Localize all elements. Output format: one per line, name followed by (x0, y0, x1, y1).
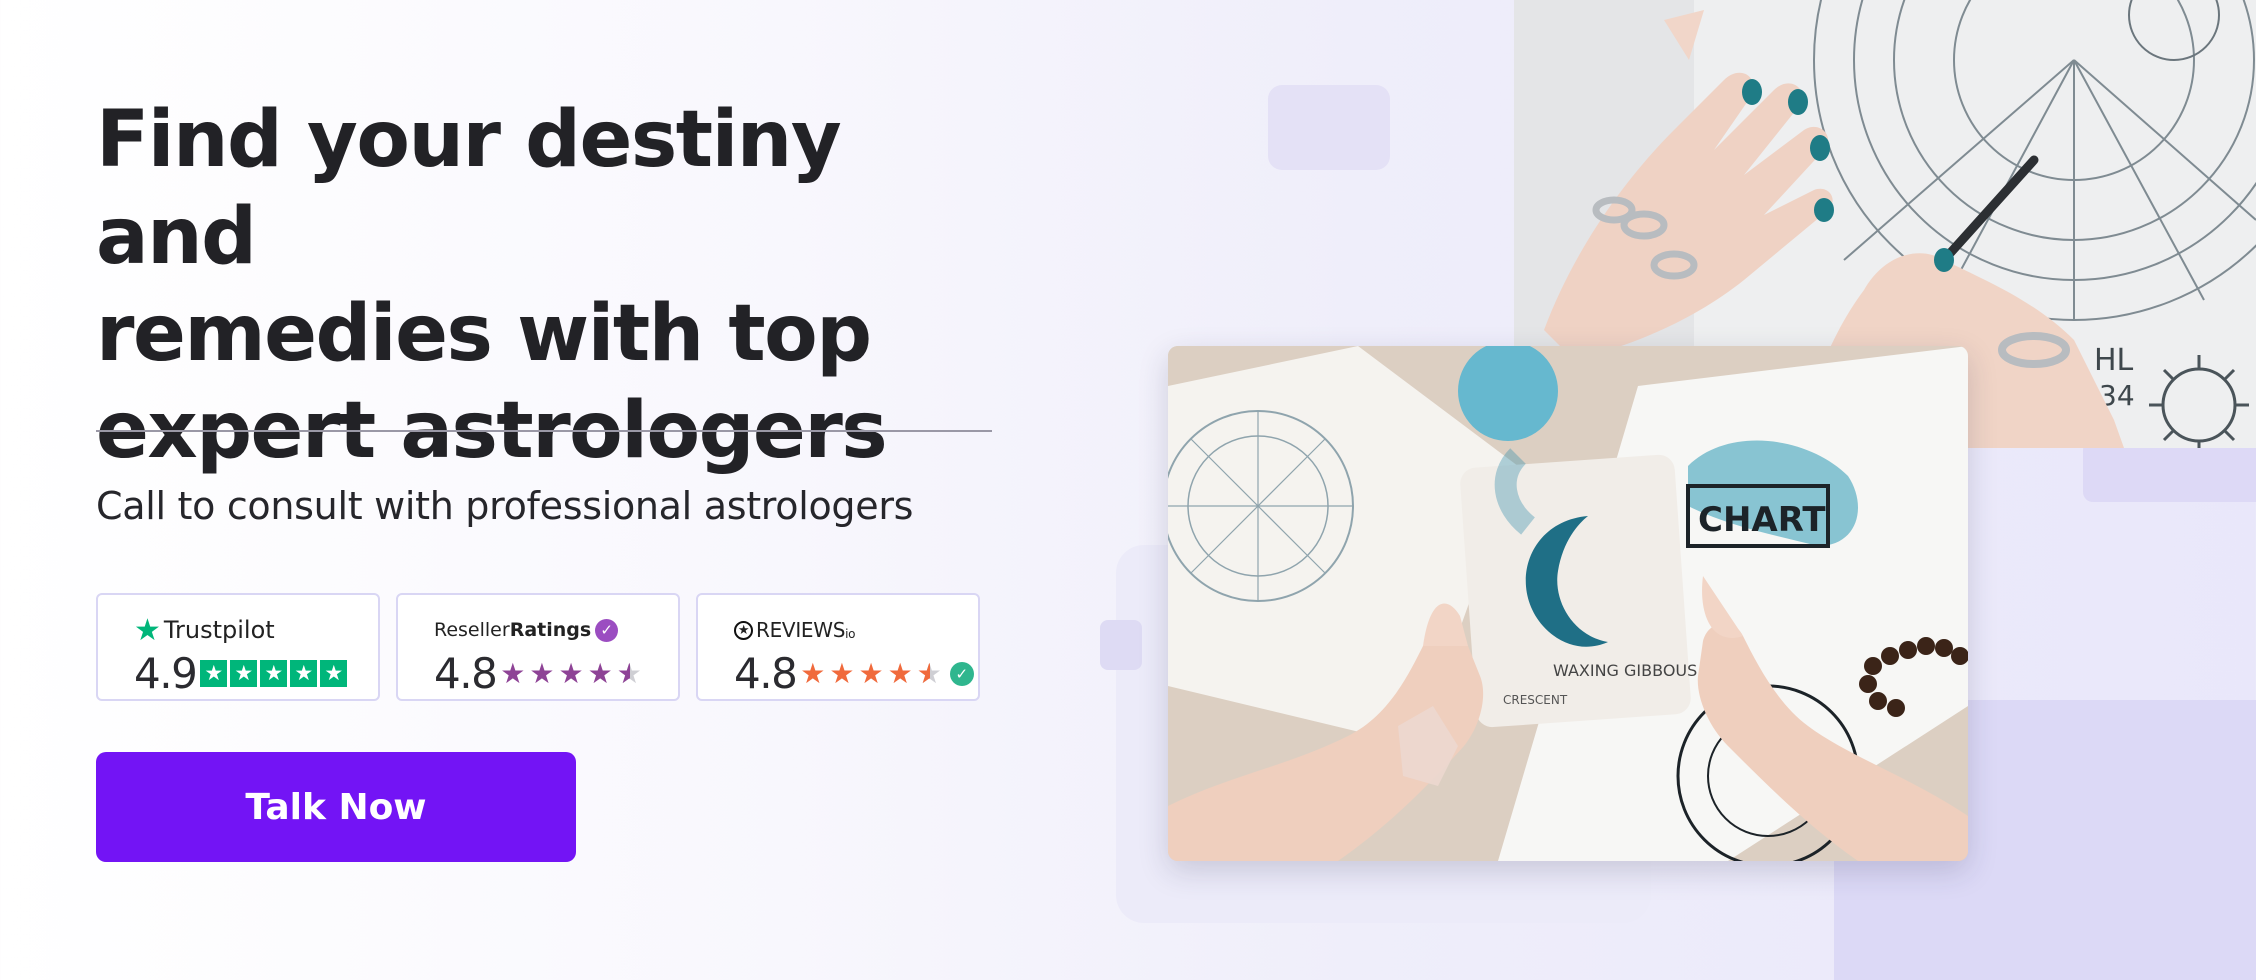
star-icon: ★ (230, 660, 258, 687)
star-icon: ★ (587, 656, 613, 690)
resellerratings-badge[interactable]: Reseller Ratings ✓ 4.8 ★ ★ ★ ★ ★ (396, 593, 680, 701)
reviews-io-brand: REVIEWS (756, 618, 846, 642)
reviews-star-icon: ★ (734, 620, 753, 640)
star-icon: ★ (829, 656, 855, 690)
resellerratings-score: 4.8 (434, 649, 498, 698)
reviews-io-logo: ★ REVIEWS io (734, 613, 978, 647)
reviews-io-suffix: io (845, 627, 856, 641)
moon-card-illustration: CHART WAXING GIBBOUS CRESCENT (1168, 346, 1968, 861)
trustpilot-brand: Trustpilot (163, 616, 275, 644)
decor-tab (2083, 440, 2256, 502)
trustpilot-score: 4.9 (134, 649, 198, 698)
star-icon: ★ (290, 660, 318, 687)
resellerratings-brand-bold: Ratings (509, 619, 592, 641)
trustpilot-stars: ★ ★ ★ ★ ★ (200, 660, 348, 687)
moon-card-photo: CHART WAXING GIBBOUS CRESCENT (1168, 346, 1968, 861)
trustpilot-rating: 4.9 ★ ★ ★ ★ ★ (134, 649, 378, 698)
half-star-icon: ★ (617, 659, 642, 688)
divider (96, 430, 992, 432)
decor-square (1268, 85, 1390, 170)
star-icon: ★ (800, 656, 826, 690)
star-icon: ★ (529, 656, 555, 690)
card-caption: WAXING GIBBOUS (1553, 661, 1697, 680)
subtitle: Call to consult with professional astrol… (96, 484, 914, 528)
verified-check-icon: ✓ (595, 618, 619, 642)
chart-title-handwriting: CHART (1698, 500, 1826, 540)
reviews-io-stars: ★ ★ ★ ★ ★ (800, 656, 942, 690)
trustpilot-logo: ★ Trustpilot (134, 612, 378, 648)
resellerratings-stars: ★ ★ ★ ★ ★ (500, 656, 642, 690)
star-icon: ★ (558, 656, 584, 690)
reviews-io-score: 4.8 (734, 649, 798, 698)
reviews-io-rating: 4.8 ★ ★ ★ ★ ★ ✓ (734, 649, 978, 698)
chart-handwriting: HL (2094, 343, 2134, 378)
trustpilot-star-icon: ★ (134, 612, 161, 648)
star-icon: ★ (320, 660, 348, 687)
hero-text: Find your destiny and remedies with top … (96, 92, 996, 480)
reviews-io-badge[interactable]: ★ REVIEWS io 4.8 ★ ★ ★ ★ ★ ✓ (696, 593, 980, 701)
headline: Find your destiny and remedies with top … (96, 92, 996, 480)
rating-badges: ★ Trustpilot 4.9 ★ ★ ★ ★ ★ Reseller Rati… (96, 593, 980, 701)
headline-line: remedies with top (96, 289, 872, 379)
resellerratings-rating: 4.8 ★ ★ ★ ★ ★ (434, 649, 678, 698)
half-star-icon: ★ (917, 659, 942, 688)
star-icon: ★ (858, 656, 884, 690)
resellerratings-logo: Reseller Ratings ✓ (434, 613, 678, 647)
decor-small-square (1100, 620, 1142, 670)
star-icon: ★ (200, 660, 228, 687)
verified-check-icon: ✓ (949, 661, 974, 686)
star-icon: ★ (887, 656, 913, 690)
star-icon: ★ (500, 656, 526, 690)
headline-line: Find your destiny and (96, 95, 842, 282)
talk-now-button[interactable]: Talk Now (96, 752, 576, 862)
resellerratings-brand-light: Reseller (434, 619, 510, 641)
star-icon: ★ (260, 660, 288, 687)
card-caption-small: CRESCENT (1503, 693, 1568, 707)
trustpilot-badge[interactable]: ★ Trustpilot 4.9 ★ ★ ★ ★ ★ (96, 593, 380, 701)
